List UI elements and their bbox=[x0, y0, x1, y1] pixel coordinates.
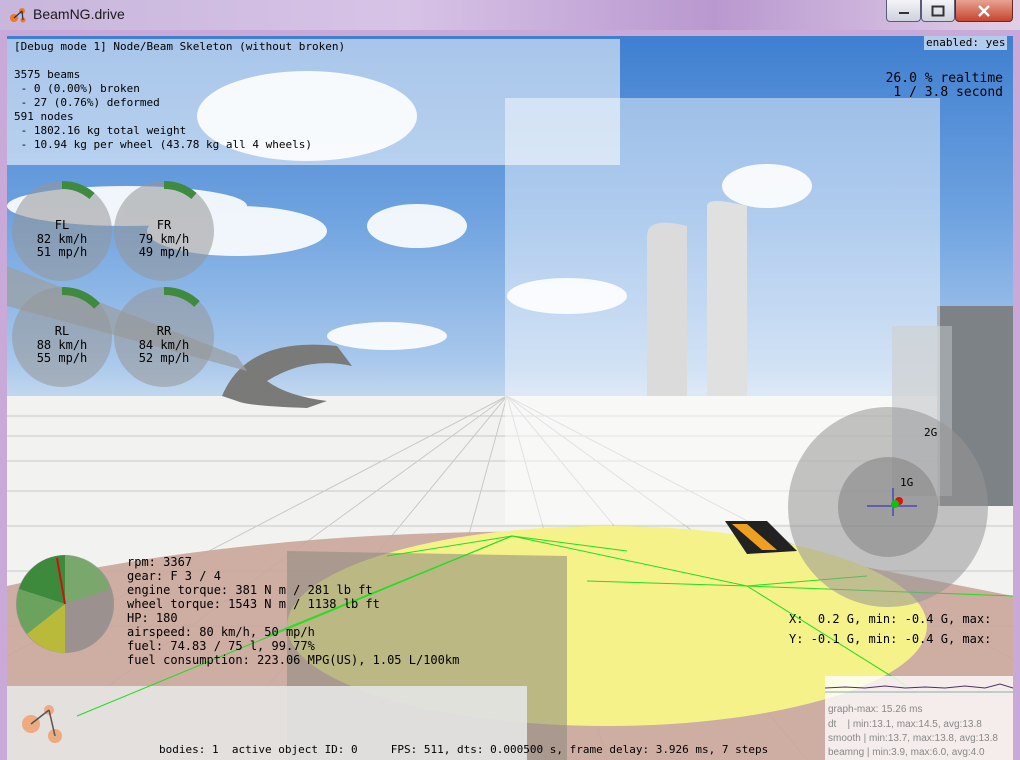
maximize-button[interactable] bbox=[921, 0, 955, 22]
wheel-name: FL bbox=[54, 218, 70, 232]
gforce-crosshair bbox=[867, 488, 917, 516]
beamng-logo-icon bbox=[10, 8, 26, 23]
window-title: BeamNG.drive bbox=[33, 6, 125, 22]
close-button[interactable] bbox=[955, 0, 1013, 22]
stat-fuel-consumption: fuel consumption: 223.06 MPG(US), 1.05 L… bbox=[127, 653, 460, 667]
frame-time-sparkline bbox=[825, 683, 1013, 693]
wheel-gauge-fl: FL 82 km/h 51 mp/h bbox=[12, 181, 112, 281]
performance-graph: graph-max: 15.26 ms dt | min:13.1, max:1… bbox=[825, 676, 1013, 760]
debug-line: - 0 (0.00%) broken bbox=[14, 82, 140, 95]
stat-wheel-torque: wheel torque: 1543 N m / 1138 lb ft bbox=[127, 597, 380, 611]
close-icon bbox=[978, 4, 990, 17]
stat-hp: HP: 180 bbox=[127, 611, 178, 625]
wheel-mph: 52 mp/h bbox=[138, 351, 190, 365]
window-titlebar: BeamNG.drive bbox=[0, 0, 1020, 30]
stat-gear: gear: F 3 / 4 bbox=[127, 569, 221, 583]
maximize-icon bbox=[931, 5, 945, 16]
debug-line: 3575 beams bbox=[14, 68, 81, 81]
status-bar: bodies: 1 active object ID: 0 FPS: 511, … bbox=[159, 743, 769, 756]
stat-rpm: rpm: 3367 bbox=[127, 555, 193, 569]
wheel-name: RR bbox=[156, 324, 172, 338]
graph-smooth-label: smooth | min:13.7, max:13.8, avg:13.8 bbox=[828, 733, 998, 744]
wheel-name: FR bbox=[156, 218, 172, 232]
gforce-y-readout: Y: -0.1 G, min: -0.4 G, max: bbox=[789, 632, 992, 646]
wheel-mph: 55 mp/h bbox=[36, 351, 88, 365]
graph-beamng-label: beamng | min:3.9, max:6.0, avg:4.0 bbox=[828, 747, 985, 758]
wheel-gauge-rl: RL 88 km/h 55 mp/h bbox=[12, 287, 112, 387]
graph-dt-label: dt | min:13.1, max:14.5, avg:13.8 bbox=[828, 719, 982, 730]
debug-line: - 1802.16 kg total weight bbox=[14, 124, 187, 137]
debug-header: [Debug mode 1] Node/Beam Skeleton (witho… bbox=[14, 40, 346, 53]
debug-enabled-status: enabled: yes bbox=[924, 36, 1008, 50]
stat-fuel: fuel: 74.83 / 75 l, 99.77% bbox=[127, 639, 315, 653]
stat-engine-torque: engine torque: 381 N m / 281 lb ft bbox=[127, 583, 373, 597]
stat-airspeed: airspeed: 80 km/h, 50 mp/h bbox=[127, 625, 315, 639]
debug-line: - 10.94 kg per wheel (43.78 kg all 4 whe… bbox=[14, 138, 313, 151]
realtime-ratio: 1 / 3.8 second bbox=[893, 85, 1003, 100]
game-viewport[interactable]: [Debug mode 1] Node/Beam Skeleton (witho… bbox=[7, 36, 1013, 760]
engine-pie-gauge bbox=[16, 555, 114, 653]
wheel-gauge-fr: FR 79 km/h 49 mp/h bbox=[114, 181, 214, 281]
debug-line: - 27 (0.76%) deformed bbox=[14, 96, 160, 109]
realtime-percent: 26.0 % realtime bbox=[885, 71, 1003, 86]
gforce-2g-label: 2G bbox=[924, 426, 938, 439]
graph-max-label: graph-max: 15.26 ms bbox=[828, 704, 923, 715]
minimize-button[interactable] bbox=[886, 0, 921, 22]
wheel-gauge-rr: RR 84 km/h 52 mp/h bbox=[114, 287, 214, 387]
wheel-mph: 49 mp/h bbox=[138, 245, 190, 259]
gforce-x-readout: X: 0.2 G, min: -0.4 G, max: bbox=[789, 612, 992, 626]
beamng-watermark-logo bbox=[22, 705, 62, 743]
minimize-icon bbox=[898, 11, 909, 14]
debug-line: 591 nodes bbox=[14, 110, 74, 123]
wheel-name: RL bbox=[54, 324, 70, 338]
wheel-mph: 51 mp/h bbox=[36, 245, 88, 259]
